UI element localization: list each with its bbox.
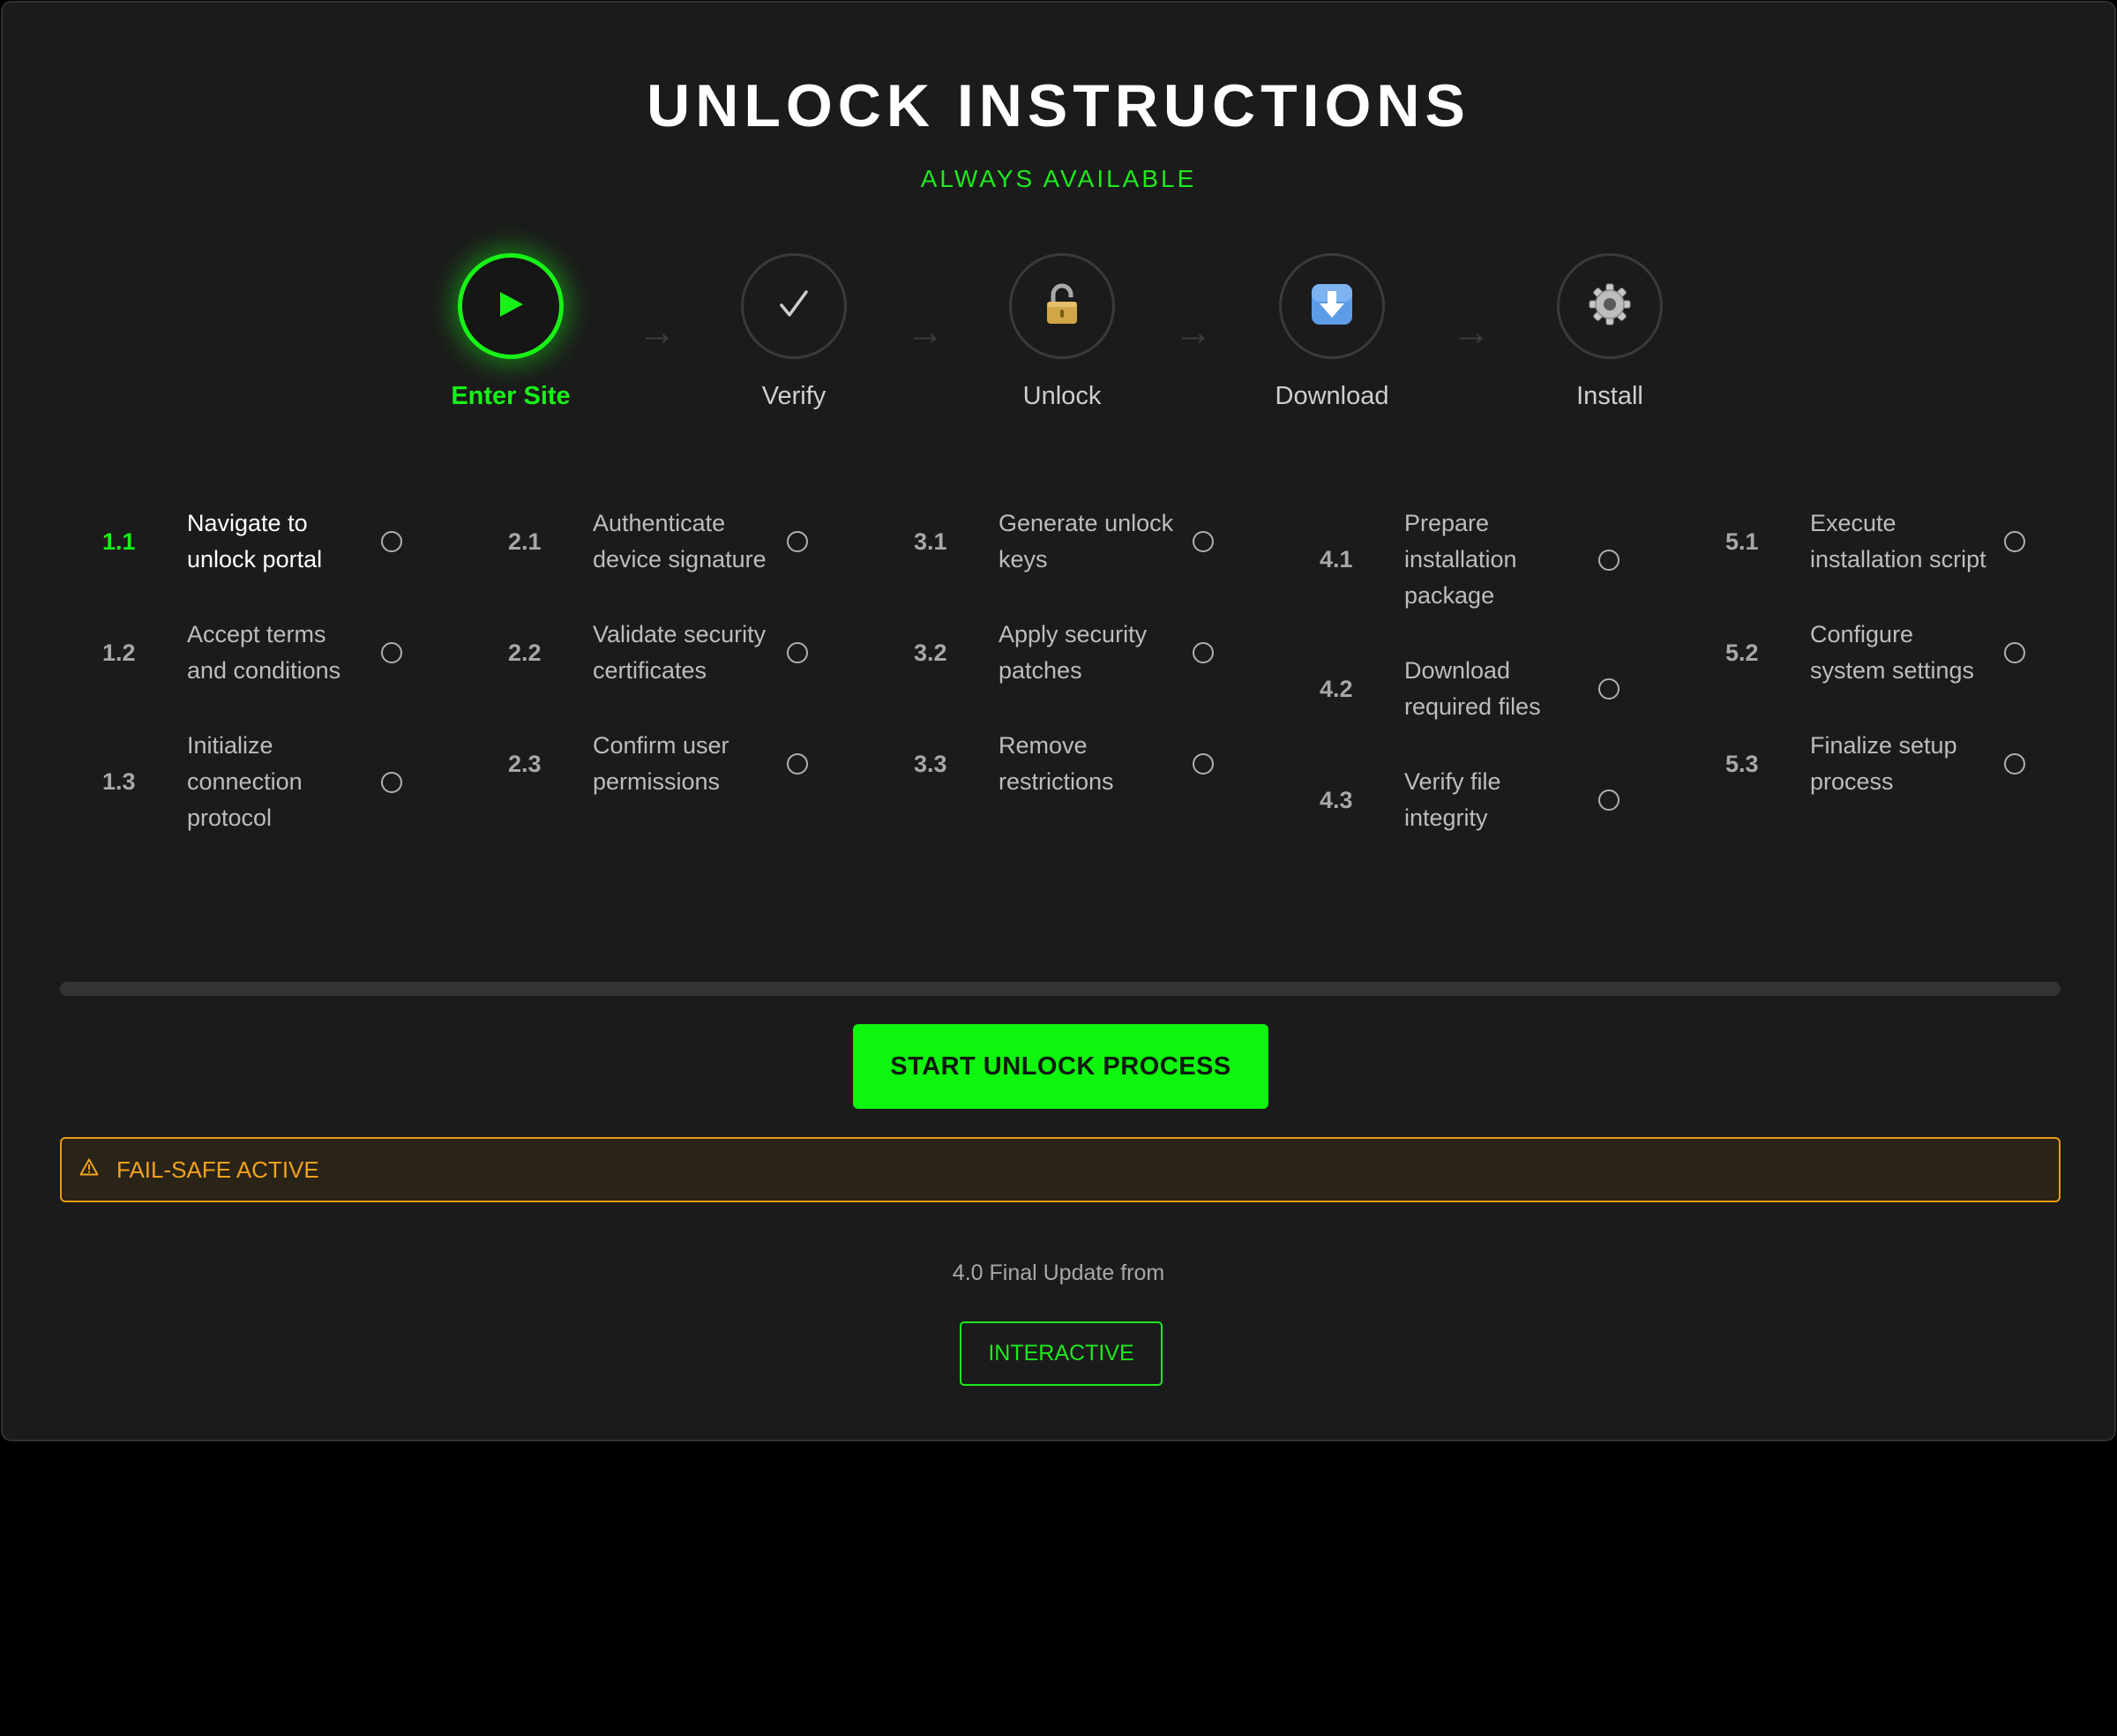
task-status-circle[interactable] <box>2004 753 2025 774</box>
task-status-circle[interactable] <box>381 531 402 552</box>
task-status-circle[interactable] <box>2004 642 2025 663</box>
task-number: 2.3 <box>508 750 542 777</box>
step-label: Enter Site <box>451 382 571 410</box>
task-text: Accept terms and conditions <box>187 621 341 684</box>
task-status-circle[interactable] <box>1193 531 1214 552</box>
task-item[interactable]: 3.3 Remove restrictions <box>914 728 1267 800</box>
task-text: Confirm user permissions <box>593 732 729 795</box>
main-panel: UNLOCK INSTRUCTIONS ALWAYS AVAILABLE Ent… <box>1 1 2116 1441</box>
step-label: Verify <box>761 382 827 410</box>
task-number: 4.3 <box>1320 786 1353 813</box>
task-item[interactable]: 3.1 Generate unlock keys <box>914 505 1267 578</box>
task-text: Initialize connection protocol <box>187 732 303 831</box>
checkmark-icon <box>776 287 812 326</box>
task-text: Apply security patches <box>999 621 1148 684</box>
step-label: Unlock <box>1022 382 1102 410</box>
arrow-icon: → <box>1174 311 1213 354</box>
step-label: Download <box>1275 382 1389 410</box>
task-status-circle[interactable] <box>2004 531 2025 552</box>
task-item[interactable]: 1.2 Accept terms and conditions <box>102 617 455 689</box>
task-number: 2.1 <box>508 528 542 555</box>
task-status-circle[interactable] <box>787 531 808 552</box>
interactive-button[interactable]: INTERACTIVE <box>960 1321 1163 1386</box>
task-item[interactable]: 1.3 Initialize connection protocol <box>102 728 455 836</box>
warning-icon <box>79 1157 99 1182</box>
task-status-circle[interactable] <box>381 771 402 793</box>
task-text: Navigate to unlock portal <box>187 510 323 572</box>
step-circle <box>741 253 847 359</box>
download-icon <box>1310 282 1354 331</box>
progress-bar <box>60 982 2061 996</box>
task-number: 1.3 <box>102 768 136 795</box>
task-column-4: 4.1 Prepare installation package 4.2 Dow… <box>1320 505 1672 875</box>
task-item[interactable]: 3.2 Apply security patches <box>914 617 1267 689</box>
task-item[interactable]: 5.1 Execute installation script <box>1725 505 2078 578</box>
task-number: 3.2 <box>914 639 947 666</box>
task-text: Verify file integrity <box>1404 768 1501 831</box>
task-number: 4.1 <box>1320 546 1353 572</box>
task-text: Finalize setup process <box>1810 732 1957 795</box>
play-icon <box>496 289 526 324</box>
task-text: Generate unlock keys <box>999 510 1174 572</box>
task-number: 3.3 <box>914 750 947 777</box>
task-item[interactable]: 5.2 Configure system settings <box>1725 617 2078 689</box>
task-item[interactable]: 4.3 Verify file integrity <box>1320 764 1672 836</box>
task-status-circle[interactable] <box>1598 549 1620 571</box>
failsafe-text: FAIL-SAFE ACTIVE <box>116 1156 319 1183</box>
step-install[interactable]: Install <box>1504 253 1716 414</box>
task-number: 1.2 <box>102 639 136 666</box>
arrow-icon: → <box>906 311 945 354</box>
task-text: Validate security certificates <box>593 621 767 684</box>
task-column-5: 5.1 Execute installation script 5.2 Conf… <box>1725 505 2078 839</box>
task-number: 1.1 <box>102 528 136 555</box>
task-number: 3.1 <box>914 528 947 555</box>
page-subtitle: ALWAYS AVAILABLE <box>920 165 1197 192</box>
task-item[interactable]: 2.1 Authenticate device signature <box>508 505 861 578</box>
step-circle <box>1009 253 1115 359</box>
task-status-circle[interactable] <box>787 642 808 663</box>
task-number: 5.3 <box>1725 750 1759 777</box>
task-text: Configure system settings <box>1810 621 1975 684</box>
step-circle <box>1279 253 1385 359</box>
start-unlock-button[interactable]: START UNLOCK PROCESS <box>853 1024 1268 1109</box>
task-item[interactable]: 2.3 Confirm user permissions <box>508 728 861 800</box>
task-text: Prepare installation package <box>1404 510 1517 609</box>
task-number: 4.2 <box>1320 675 1353 702</box>
step-circle <box>1557 253 1663 359</box>
task-text: Execute installation script <box>1810 510 1986 572</box>
task-item[interactable]: 4.2 Download required files <box>1320 653 1672 725</box>
task-item[interactable]: 4.1 Prepare installation package <box>1320 505 1672 614</box>
gear-icon <box>1588 282 1632 331</box>
task-status-circle[interactable] <box>1193 642 1214 663</box>
step-circle <box>458 253 564 359</box>
task-status-circle[interactable] <box>381 642 402 663</box>
step-label: Install <box>1576 382 1643 410</box>
task-column-3: 3.1 Generate unlock keys 3.2 Apply secur… <box>914 505 1267 839</box>
task-number: 5.2 <box>1725 639 1759 666</box>
task-text: Authenticate device signature <box>593 510 767 572</box>
page-title: UNLOCK INSTRUCTIONS <box>647 72 1470 139</box>
version-text: 4.0 Final Update from <box>952 1261 1165 1285</box>
task-column-2: 2.1 Authenticate device signature 2.2 Va… <box>508 505 861 839</box>
task-column-1: 1.1 Navigate to unlock portal 1.2 Accept… <box>102 505 455 875</box>
arrow-icon: → <box>1452 311 1491 354</box>
task-text: Remove restrictions <box>999 732 1114 795</box>
task-item[interactable]: 5.3 Finalize setup process <box>1725 728 2078 800</box>
task-item[interactable]: 2.2 Validate security certificates <box>508 617 861 689</box>
task-item[interactable]: 1.1 Navigate to unlock portal <box>102 505 455 578</box>
task-number: 5.1 <box>1725 528 1759 555</box>
failsafe-banner: FAIL-SAFE ACTIVE <box>60 1137 2061 1202</box>
task-number: 2.2 <box>508 639 542 666</box>
task-status-circle[interactable] <box>1193 753 1214 774</box>
step-unlock[interactable]: Unlock <box>956 253 1168 414</box>
step-verify[interactable]: Verify <box>688 253 900 414</box>
task-text: Download required files <box>1404 657 1541 720</box>
task-status-circle[interactable] <box>1598 678 1620 700</box>
arrow-icon: → <box>638 311 677 354</box>
padlock-icon <box>1044 283 1081 330</box>
task-status-circle[interactable] <box>787 753 808 774</box>
step-download[interactable]: Download <box>1226 253 1438 414</box>
task-status-circle[interactable] <box>1598 789 1620 811</box>
step-enter-site[interactable]: Enter Site <box>405 253 617 414</box>
